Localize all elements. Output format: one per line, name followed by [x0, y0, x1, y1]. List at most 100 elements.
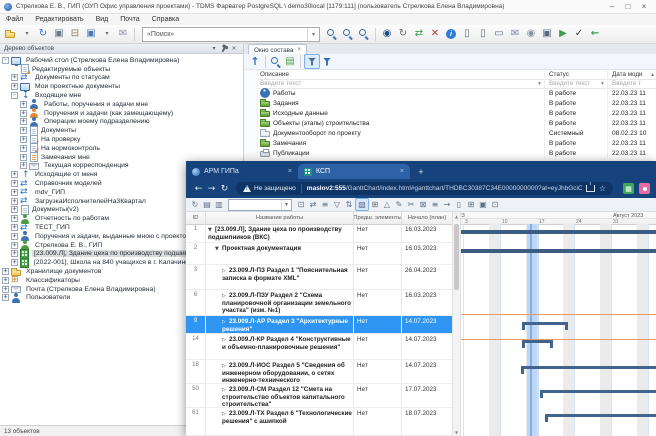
reload-icon[interactable]: ↻	[395, 26, 411, 42]
tab-close-icon[interactable]: ×	[288, 168, 292, 175]
minimize-button[interactable]: –	[604, 1, 620, 12]
menu-icon[interactable]: ≡	[319, 199, 331, 210]
column-date[interactable]: Дата моди	[612, 71, 643, 78]
sync-users-icon[interactable]: ⇄	[411, 26, 427, 42]
url-text[interactable]: maslov2:555/GanttChart/index.html#ganttc…	[307, 185, 582, 192]
expand-toggle[interactable]: +	[2, 277, 9, 284]
status-filter-input[interactable]: Введите текст	[549, 80, 590, 87]
filter-column-icon[interactable]	[320, 55, 334, 68]
tab-close-icon[interactable]: ×	[297, 47, 301, 53]
save-icon[interactable]: ▤	[201, 199, 213, 210]
remote-user-icon[interactable]: ▣	[539, 26, 555, 42]
mail-icon[interactable]: ✉	[115, 26, 131, 42]
expand-toggle[interactable]: +	[20, 136, 27, 143]
share-icon[interactable]	[586, 185, 595, 192]
run-icon[interactable]: ▶	[555, 26, 571, 42]
tree-item[interactable]: +Мои проектные документы	[0, 82, 243, 91]
search-window-icon[interactable]	[269, 55, 283, 68]
composition-row[interactable]: РаботыВ работе22.03.23 11	[244, 88, 656, 98]
open-dropdown-icon[interactable]: ▾	[19, 26, 35, 42]
column-description[interactable]: Описание	[260, 71, 289, 78]
dock-close-icon[interactable]: ✕	[229, 45, 239, 53]
doc-icon[interactable]: ▯	[453, 199, 465, 210]
filter-icon[interactable]	[304, 54, 320, 69]
expand-toggle[interactable]: -	[11, 92, 18, 99]
gantt-bar[interactable]	[522, 322, 568, 325]
vertical-scrollbar[interactable]: ▲ ▼	[452, 212, 461, 436]
mail-stamp-icon[interactable]: ✉	[507, 26, 523, 42]
search-icon[interactable]	[324, 26, 340, 42]
delete-icon[interactable]: ✕	[427, 26, 443, 42]
scroll-down-icon[interactable]: ▼	[453, 428, 460, 436]
window-icon[interactable]: ▣	[51, 26, 67, 42]
gantt-bar[interactable]	[545, 414, 656, 417]
link-icon[interactable]: ⇄	[307, 199, 319, 210]
expand-toggle[interactable]: +	[11, 83, 18, 90]
column-id[interactable]: ID	[186, 212, 206, 224]
gantt-task-row[interactable]: 14▷23.009.Л-КР Раздел 4 "Конструктивные …	[186, 334, 452, 360]
go-up-icon[interactable]: ↑	[248, 55, 262, 68]
expand-toggle[interactable]: +	[2, 294, 9, 301]
apply-icon[interactable]: ✓	[571, 26, 587, 42]
expand-toggle[interactable]: +	[11, 74, 18, 81]
expand-toggle[interactable]: +	[20, 118, 27, 125]
bookmark-star-icon[interactable]: ☆	[599, 184, 606, 193]
gantt-view-combobox[interactable]: ▼	[228, 199, 292, 211]
expand-toggle[interactable]: +	[20, 162, 27, 169]
menu-справка[interactable]: Справка	[146, 16, 185, 23]
forward-icon[interactable]: →	[205, 182, 218, 195]
chevron-down-icon[interactable]: ▼	[537, 81, 544, 87]
columns-icon[interactable]: ▥	[213, 199, 225, 210]
back-icon[interactable]: ←	[587, 26, 603, 42]
edit-icon[interactable]: ✎	[393, 199, 405, 210]
composition-row[interactable]: Исходные данныеВ работе22.03.23 11	[244, 108, 656, 118]
dock-dropdown-icon[interactable]: ▾	[209, 45, 219, 53]
chevron-down-icon[interactable]: ▾	[307, 28, 319, 41]
search-input[interactable]: «Поиск»	[143, 31, 307, 38]
column-start-plan[interactable]: Начало (план)	[402, 212, 452, 224]
expand-toggle[interactable]: +	[11, 206, 18, 213]
clipboard-icon[interactable]: ⊟	[67, 26, 83, 42]
gantt-task-row[interactable]: 50▷23.009.Л-СМ Раздел 12 "Смета на строи…	[186, 384, 452, 408]
menu-файл[interactable]: Файл	[0, 16, 29, 23]
menu-редактировать[interactable]: Редактировать	[29, 16, 89, 23]
task-expand-toggle[interactable]: ▼	[208, 227, 215, 234]
gantt-bar[interactable]	[540, 390, 656, 393]
task-expand-toggle[interactable]: ▷	[222, 319, 229, 326]
expand-toggle[interactable]: +	[20, 110, 27, 117]
expand-toggle[interactable]: +	[11, 189, 18, 196]
reload-icon[interactable]: ↻	[218, 182, 231, 195]
composition-row[interactable]: Документооборот по проектуСистемный08.02…	[244, 128, 656, 138]
globe-icon[interactable]: ◉	[523, 26, 539, 42]
expand-toggle[interactable]: -	[2, 57, 9, 64]
chevron-down-icon[interactable]: ▼	[600, 81, 607, 87]
chart-icon[interactable]: ▧	[355, 198, 369, 211]
expand-toggle[interactable]: +	[11, 233, 18, 240]
menu-вид[interactable]: Вид	[90, 16, 115, 23]
gantt-task-row[interactable]: 9▷23.009.Л-АР Раздел 3 "Архитектурные ре…	[186, 316, 452, 334]
gantt-task-row[interactable]: 61▷23.009.Л-ТХ Раздел 6 "Технологические…	[186, 408, 452, 436]
add-doc-icon[interactable]: ▤	[283, 55, 297, 68]
send-to-screen-icon[interactable]: ▣	[83, 26, 99, 42]
dock-pin-icon[interactable]	[219, 45, 229, 53]
send-dropdown-icon[interactable]: ▾	[99, 26, 115, 42]
comment-icon[interactable]: ▭	[491, 26, 507, 42]
info-icon[interactable]: i	[443, 26, 459, 42]
tree-item[interactable]: -Рабочий стол (Стрелкова Елена Владимиро…	[0, 56, 243, 65]
search-mail-icon[interactable]	[356, 26, 372, 42]
expand-toggle[interactable]: +	[2, 268, 9, 275]
date-filter-input[interactable]: Введите т	[612, 80, 641, 87]
scrollbar-thumb[interactable]	[454, 224, 459, 290]
expand-toggle[interactable]: +	[11, 198, 18, 205]
expand-toggle[interactable]: +	[20, 101, 27, 108]
gantt-bar[interactable]	[522, 340, 553, 343]
composition-row[interactable]: ПубликацииВ работе22.03.23 11	[244, 148, 656, 158]
box-icon[interactable]: ⊡	[489, 199, 501, 210]
gantt-bar[interactable]	[521, 366, 656, 369]
forward-icon[interactable]: →	[441, 199, 453, 210]
refresh-icon[interactable]: ↻	[189, 199, 201, 210]
column-status[interactable]: Статус	[549, 71, 569, 78]
browser-tab-active[interactable]: КСП×	[298, 164, 410, 179]
gantt-task-row[interactable]: 3▷23.009.Л-ПЗ Раздел 1 "Пояснительная за…	[186, 265, 452, 290]
gantt-task-row[interactable]: 18▷23.009.Л-ИОС Раздел 5 "Сведения об ин…	[186, 360, 452, 384]
